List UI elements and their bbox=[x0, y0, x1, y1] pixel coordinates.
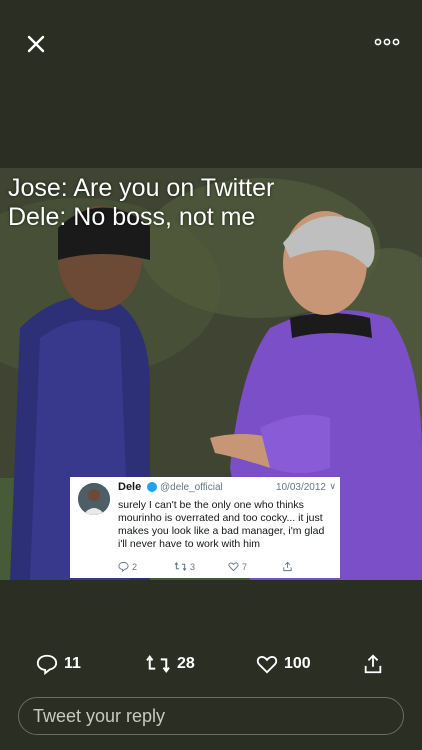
embedded-tweet-card: Dele @dele_official 10/03/2012 ∨ surely … bbox=[70, 477, 340, 578]
top-bar bbox=[0, 0, 422, 90]
tweet-date: 10/03/2012 bbox=[275, 482, 326, 493]
verified-badge-icon bbox=[147, 482, 157, 492]
more-options-button[interactable] bbox=[374, 34, 400, 50]
retweet-icon bbox=[146, 654, 170, 674]
meme-caption-line-2: Dele: No boss, not me bbox=[8, 203, 256, 231]
embedded-retweet-count: 3 bbox=[190, 561, 196, 572]
share-button[interactable] bbox=[362, 653, 384, 675]
chevron-down-icon: ∨ bbox=[329, 481, 336, 491]
meme-caption-line-1: Jose: Are you on Twitter bbox=[8, 174, 275, 202]
tweet-reply-input[interactable] bbox=[18, 697, 404, 735]
reply-button[interactable]: 11 bbox=[36, 653, 81, 675]
embedded-retweet: 3 bbox=[174, 561, 195, 572]
retweet-count: 28 bbox=[177, 655, 195, 672]
share-icon bbox=[283, 561, 292, 572]
embedded-share bbox=[282, 561, 293, 572]
embedded-reply: 2 bbox=[118, 561, 137, 572]
tweet-text: surely I can't be the only one who think… bbox=[118, 499, 325, 550]
embedded-reply-count: 2 bbox=[132, 561, 138, 572]
close-icon bbox=[27, 35, 45, 53]
embedded-tweet-actions: 2 3 7 bbox=[118, 561, 328, 575]
reply-icon bbox=[36, 654, 58, 675]
more-icon bbox=[374, 38, 400, 46]
close-button[interactable] bbox=[22, 30, 50, 58]
like-button[interactable]: 100 bbox=[256, 653, 311, 675]
embedded-like: 7 bbox=[228, 561, 247, 572]
embedded-like-count: 7 bbox=[242, 561, 248, 572]
tweet-action-bar: 11 28 100 bbox=[0, 645, 422, 685]
share-icon bbox=[364, 654, 382, 674]
tweet-author-name: Dele bbox=[118, 481, 142, 493]
tweet-author-handle: @dele_official bbox=[160, 482, 223, 493]
heart-icon bbox=[256, 656, 278, 674]
heart-icon bbox=[228, 562, 239, 572]
reply-icon bbox=[118, 561, 129, 572]
like-count: 100 bbox=[284, 655, 311, 672]
reply-count: 11 bbox=[64, 655, 81, 672]
avatar bbox=[78, 483, 110, 515]
retweet-icon bbox=[174, 561, 187, 572]
retweet-button[interactable]: 28 bbox=[145, 653, 195, 675]
